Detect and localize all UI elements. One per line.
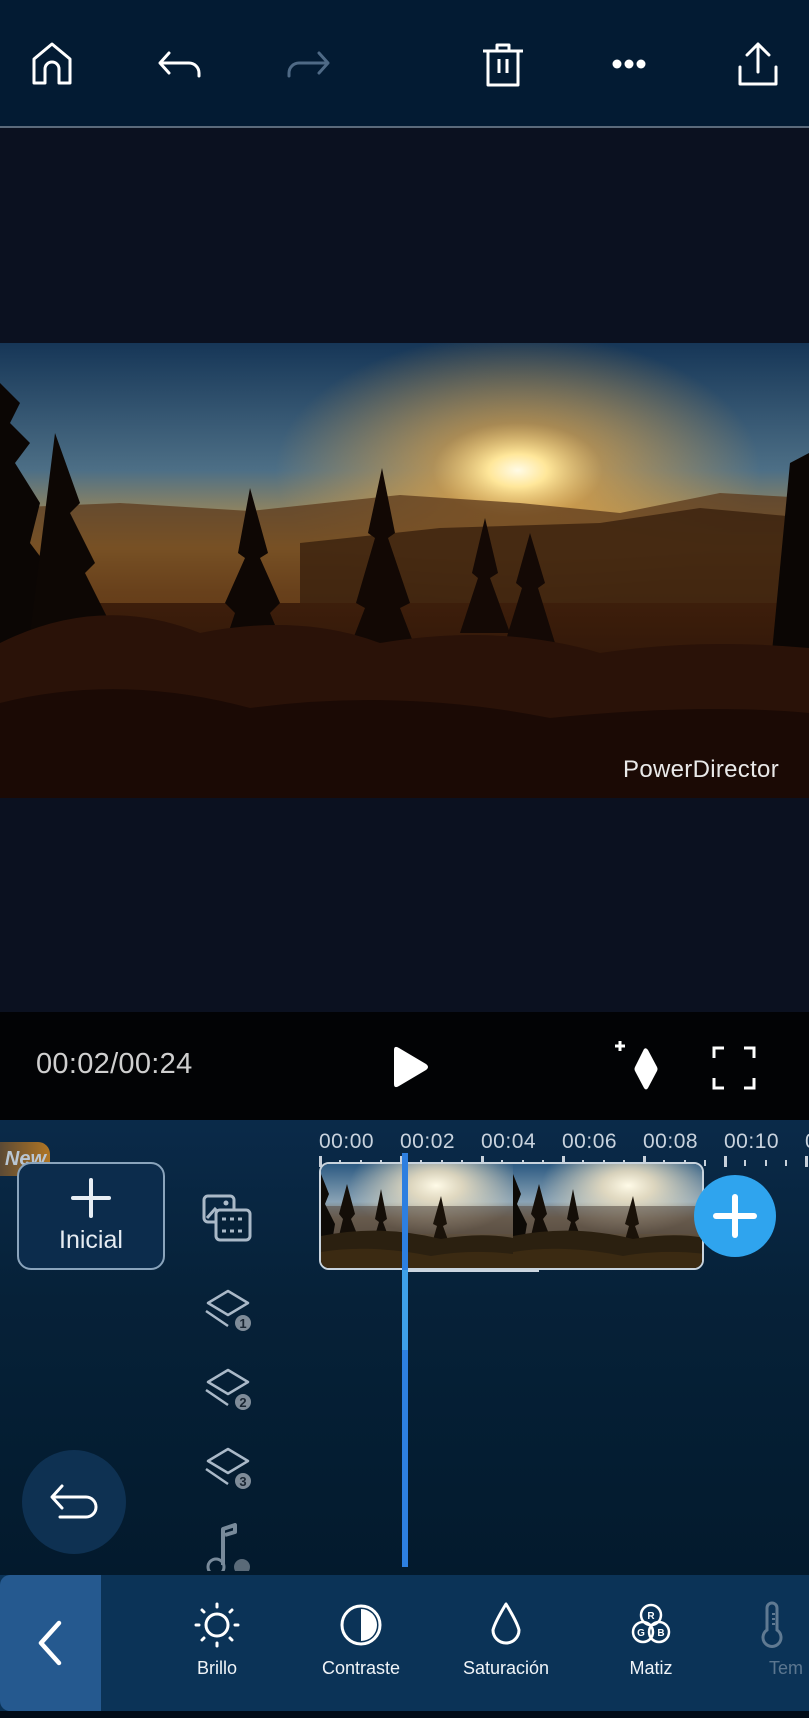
more-button[interactable] — [601, 36, 657, 92]
delete-button[interactable] — [475, 36, 531, 92]
undo-button[interactable] — [152, 36, 208, 92]
minor-tick — [764, 1160, 767, 1166]
undo-icon — [158, 51, 201, 78]
add-media-button[interactable] — [694, 1175, 776, 1257]
ruler-label: 00:00 — [319, 1130, 375, 1153]
watermark: PowerDirector — [623, 756, 779, 783]
add-keyframe-icon — [615, 1041, 658, 1090]
more-horizontal-icon — [612, 59, 646, 69]
clip-thumbnails — [321, 1164, 702, 1268]
ruler-label: 00:04 — [481, 1130, 537, 1153]
saturation-drop-icon — [491, 1602, 521, 1645]
system-nav-strip — [0, 1711, 809, 1718]
music-note-icon[interactable] — [198, 1515, 258, 1571]
video-clip[interactable] — [319, 1162, 704, 1270]
preview-image — [0, 343, 809, 798]
tool-label: Brillo — [196, 1658, 237, 1678]
chevron-left-icon — [38, 1620, 61, 1666]
add-keyframe-button[interactable] — [612, 1037, 672, 1097]
redo-icon — [287, 51, 330, 78]
tool-brightness[interactable]: Brillo — [157, 1600, 277, 1700]
svg-text:3: 3 — [239, 1474, 246, 1489]
video-preview[interactable]: PowerDirector — [0, 343, 809, 798]
play-button[interactable] — [384, 1042, 434, 1092]
add-intro-label: Inicial — [59, 1225, 123, 1254]
clip-progress-line — [405, 1270, 539, 1272]
svg-text:1: 1 — [239, 1316, 246, 1331]
tool-contrast[interactable]: Contraste — [301, 1600, 421, 1700]
ruler-label: 0 — [805, 1130, 809, 1154]
tool-saturation[interactable]: Saturación — [446, 1600, 566, 1700]
tool-label: Contraste — [321, 1658, 401, 1678]
fullscreen-icon — [712, 1046, 756, 1090]
playhead[interactable] — [402, 1153, 408, 1567]
contrast-icon — [340, 1604, 382, 1646]
major-tick — [724, 1156, 727, 1167]
trash-icon — [483, 43, 523, 87]
back-button[interactable] — [22, 1450, 126, 1554]
top-toolbar — [0, 0, 809, 128]
tool-label: Saturación — [462, 1658, 550, 1678]
export-button[interactable] — [730, 36, 786, 92]
layer-icon[interactable]: 3 — [198, 1441, 258, 1501]
return-icon — [50, 1484, 98, 1519]
redo-button[interactable] — [280, 36, 336, 92]
svg-text:R: R — [647, 1611, 655, 1622]
tool-label: Tem — [769, 1658, 804, 1678]
tool-hue[interactable]: R G B Matiz — [591, 1600, 711, 1700]
ruler-label: 00:10 — [724, 1130, 780, 1153]
play-icon — [394, 1046, 428, 1088]
rgb-hue-icon: R G B — [631, 1603, 671, 1644]
fullscreen-button[interactable] — [706, 1040, 762, 1096]
layer-icon[interactable]: 1 — [198, 1283, 258, 1343]
collapse-toolbar-button[interactable] — [0, 1575, 101, 1711]
add-intro-button[interactable]: Inicial — [17, 1162, 165, 1270]
layer-icon[interactable]: 2 — [198, 1362, 258, 1422]
brightness-icon — [194, 1602, 240, 1648]
share-export-icon — [738, 42, 778, 86]
ruler-label: 00:06 — [562, 1130, 618, 1153]
home-button[interactable] — [24, 36, 80, 92]
tool-temperature[interactable]: Tem — [735, 1600, 809, 1700]
svg-text:B: B — [657, 1628, 664, 1639]
home-icon — [32, 42, 72, 85]
ruler-label: 00:02 — [400, 1130, 456, 1153]
minor-tick — [703, 1160, 706, 1166]
minor-tick — [744, 1160, 747, 1166]
plus-icon — [71, 1177, 111, 1218]
minor-tick — [784, 1160, 787, 1166]
svg-text:G: G — [637, 1628, 645, 1639]
timecode: 00:02/00:24 — [36, 1048, 193, 1080]
playhead-handle[interactable] — [402, 1270, 408, 1350]
tool-label: Matiz — [629, 1658, 673, 1678]
major-tick — [805, 1156, 808, 1167]
svg-text:2: 2 — [239, 1395, 246, 1410]
ruler-label: 00:08 — [643, 1130, 699, 1153]
media-track-icon[interactable] — [198, 1188, 258, 1248]
thermometer-icon — [761, 1601, 783, 1648]
